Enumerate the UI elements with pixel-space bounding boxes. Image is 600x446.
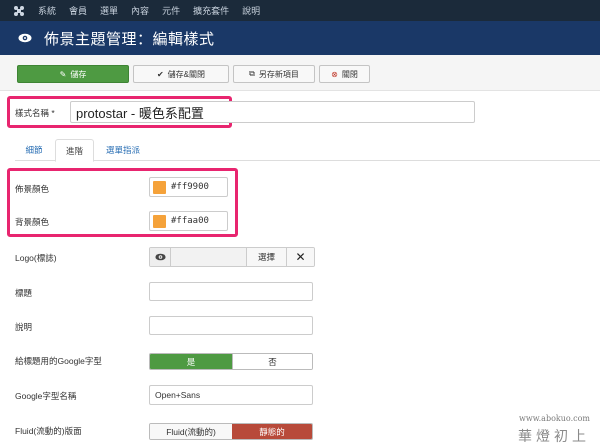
- page-title: 佈景主題管理：編輯樣式: [44, 30, 215, 48]
- close-icon: ⊗: [331, 69, 338, 79]
- template-color-input[interactable]: #ff9900: [149, 177, 228, 197]
- menu-item-system[interactable]: 系統: [38, 4, 56, 17]
- eye-icon: [18, 31, 32, 46]
- static-option-button[interactable]: 靜態的: [232, 424, 312, 439]
- color-swatch[interactable]: [153, 214, 166, 228]
- google-font-name-input[interactable]: Open+Sans: [149, 385, 313, 405]
- watermark-url: www.abokuo.com: [519, 414, 590, 423]
- edit-icon: ✎: [59, 69, 67, 79]
- check-icon: ✔: [156, 69, 164, 79]
- tab-menu-assignment[interactable]: 選單指派: [97, 139, 149, 161]
- google-font-toggle-label: 給標題用的Google字型: [15, 356, 102, 366]
- style-name-label: 樣式名稱 *: [15, 108, 55, 118]
- tab-bar: 細節 進階 選單指派: [15, 134, 600, 162]
- top-menu: 系統 會員 選單 內容 元件 擴充套件 說明: [38, 4, 273, 17]
- save-button[interactable]: ✎ 儲存: [17, 65, 129, 83]
- preview-eye-icon[interactable]: [150, 248, 171, 266]
- color-swatch[interactable]: [153, 180, 166, 194]
- background-color-label: 背景顏色: [15, 217, 50, 227]
- watermark-name: 華燈初上: [518, 429, 590, 445]
- title-input[interactable]: [149, 282, 313, 301]
- logo-media-field: 選擇 ✕: [149, 247, 315, 267]
- title-label: 標題: [15, 288, 33, 298]
- menu-item-help[interactable]: 說明: [242, 4, 260, 17]
- fluid-option-button[interactable]: Fluid(流動的): [150, 424, 232, 439]
- menu-item-users[interactable]: 會員: [69, 4, 87, 17]
- tab-details[interactable]: 細節: [15, 139, 53, 161]
- clear-icon[interactable]: ✕: [286, 248, 314, 266]
- template-color-label: 佈景顏色: [15, 184, 50, 194]
- toolbar: ✎ 儲存 ✔ 儲存&關閉 ⧉ 另存新項目 ⊗ 關閉: [0, 55, 600, 91]
- tab-advanced[interactable]: 進階: [55, 139, 94, 162]
- style-name-input[interactable]: protostar - 暖色系配置: [70, 101, 475, 123]
- save-copy-button[interactable]: ⧉ 另存新項目: [233, 65, 315, 83]
- toggle-no-button[interactable]: 否: [232, 354, 312, 369]
- menu-item-menus[interactable]: 選單: [100, 4, 118, 17]
- menu-item-content[interactable]: 內容: [131, 4, 149, 17]
- background-color-input[interactable]: #ffaa00: [149, 211, 228, 231]
- close-button[interactable]: ⊗ 關閉: [319, 65, 370, 83]
- google-font-toggle: 是 否: [149, 353, 313, 370]
- logo-path-input[interactable]: [171, 248, 246, 266]
- menu-item-components[interactable]: 元件: [162, 4, 180, 17]
- select-media-button[interactable]: 選擇: [246, 248, 286, 266]
- copy-icon: ⧉: [249, 69, 255, 78]
- fluid-layout-label: Fluid(流動的)版面: [15, 426, 82, 436]
- save-close-button[interactable]: ✔ 儲存&關閉: [133, 65, 229, 83]
- menu-item-extensions[interactable]: 擴充套件: [193, 4, 229, 17]
- description-input[interactable]: [149, 316, 313, 335]
- logo-label: Logo(標誌): [15, 253, 57, 263]
- joomla-logo-icon[interactable]: [0, 0, 38, 21]
- top-navbar: 系統 會員 選單 內容 元件 擴充套件 說明: [0, 0, 600, 21]
- toggle-yes-button[interactable]: 是: [150, 354, 232, 369]
- description-label: 說明: [15, 322, 33, 332]
- google-font-name-label: Google字型名稱: [15, 391, 77, 401]
- fluid-layout-toggle: Fluid(流動的) 靜態的: [149, 423, 313, 440]
- page-header: 佈景主題管理：編輯樣式: [0, 21, 600, 55]
